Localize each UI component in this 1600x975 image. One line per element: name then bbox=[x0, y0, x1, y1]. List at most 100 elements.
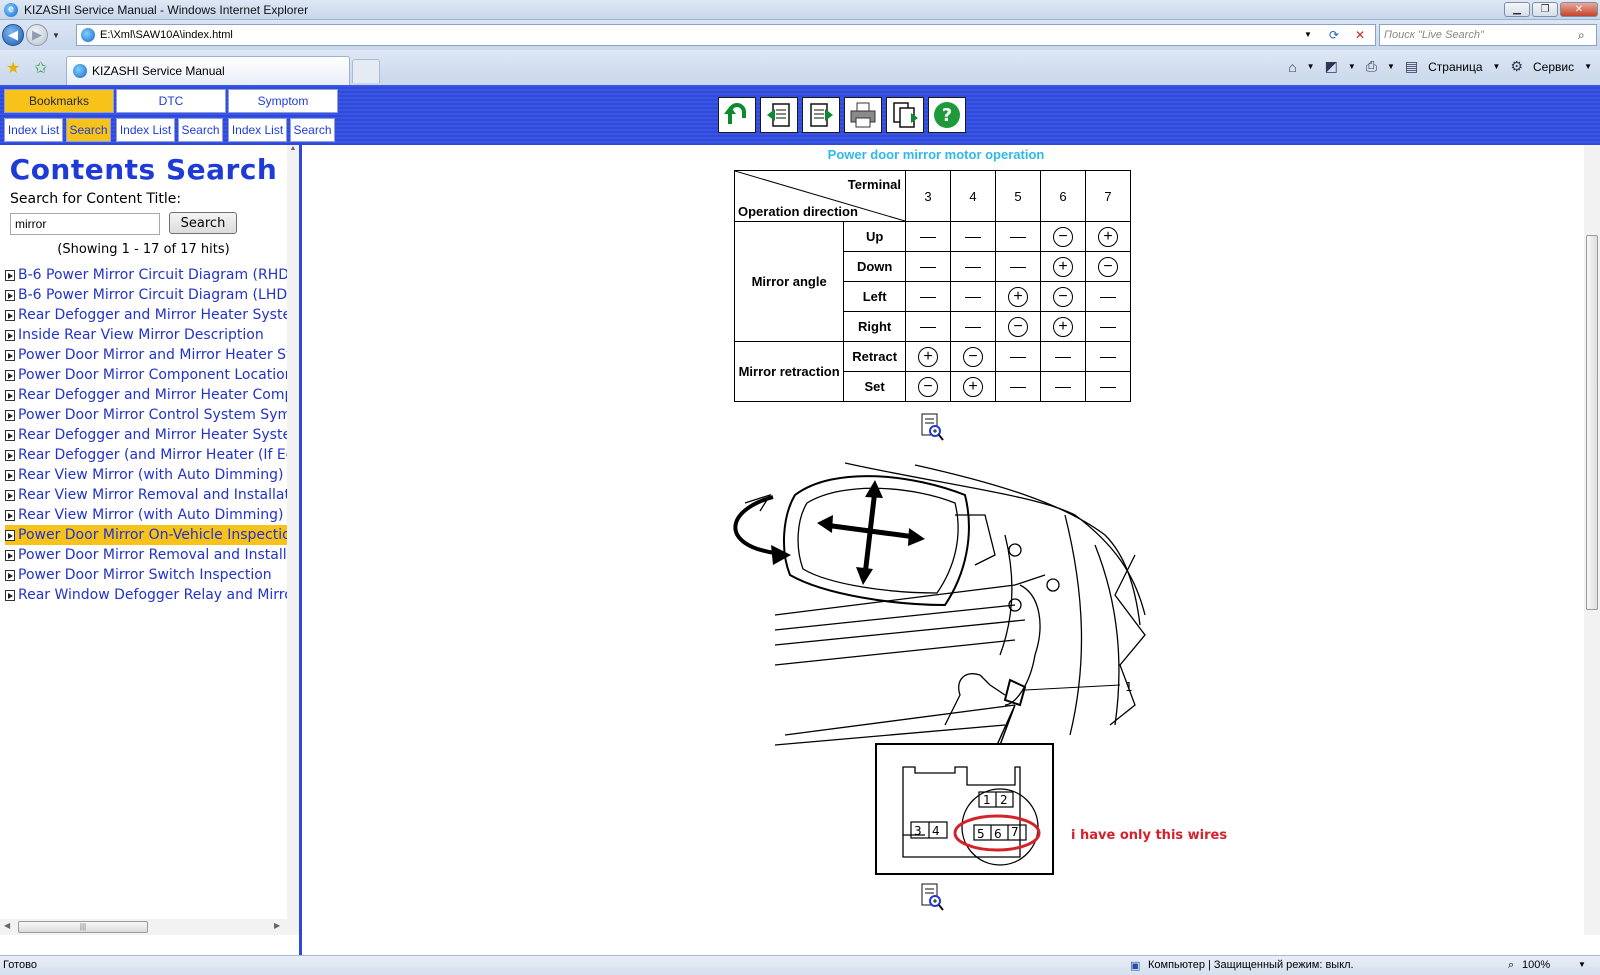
search-result-link[interactable]: Power Door Mirror Switch Inspection bbox=[18, 567, 272, 583]
zoom-figure-icon[interactable] bbox=[920, 413, 944, 441]
back-button[interactable]: ◀ bbox=[2, 24, 24, 46]
main-scroll-thumb[interactable] bbox=[1586, 235, 1598, 610]
search-result-link[interactable]: Power Door Mirror Component Location bbox=[18, 367, 289, 383]
dtc-index-list[interactable]: Index List bbox=[116, 118, 175, 142]
close-window-button[interactable]: ✕ bbox=[1560, 2, 1598, 17]
scroll-right-arrow-icon[interactable]: ▶ bbox=[274, 921, 280, 930]
tools-menu[interactable]: Сервис bbox=[1533, 60, 1574, 74]
dtc-search[interactable]: Search bbox=[178, 118, 223, 142]
address-url[interactable]: E:\Xml\SAW10A\index.html bbox=[100, 29, 233, 41]
bookmarks-index-list[interactable]: Index List bbox=[4, 118, 63, 142]
search-result-item[interactable]: Rear Defogger and Mirror Heater Syster bbox=[5, 305, 289, 325]
next-page-button[interactable] bbox=[802, 97, 840, 133]
scroll-left-arrow-icon[interactable]: ◀ bbox=[4, 921, 10, 930]
search-result-item[interactable]: Rear Defogger and Mirror Heater Syster bbox=[5, 425, 289, 445]
maximize-button[interactable]: ❐ bbox=[1532, 2, 1558, 17]
search-result-item[interactable]: Rear Window Defogger Relay and Mirror bbox=[5, 585, 289, 605]
page-menu[interactable]: Страница bbox=[1428, 60, 1482, 74]
search-result-link[interactable]: Rear View Mirror (with Auto Dimming) O bbox=[18, 467, 289, 483]
tab-bookmarks[interactable]: Bookmarks bbox=[4, 89, 114, 113]
search-result-link[interactable]: Rear View Mirror (with Auto Dimming) Ir bbox=[18, 507, 289, 523]
computer-zone-icon: ▣ bbox=[1130, 960, 1141, 972]
search-result-link[interactable]: Power Door Mirror On-Vehicle Inspection bbox=[18, 527, 289, 543]
plus-circle-icon: + bbox=[1098, 226, 1118, 247]
motor-operation-table: Terminal Operation direction 3 4 5 6 7 M… bbox=[733, 170, 1131, 402]
search-result-link[interactable]: Rear Defogger and Mirror Heater Syster bbox=[18, 427, 289, 443]
stop-icon[interactable]: ✕ bbox=[1350, 25, 1370, 45]
history-dropdown-icon[interactable]: ▼ bbox=[52, 31, 60, 40]
search-result-item[interactable]: Inside Rear View Mirror Description bbox=[5, 325, 289, 345]
plus-circle-icon: + bbox=[1008, 286, 1028, 307]
search-result-link[interactable]: Rear Defogger and Mirror Heater Syster bbox=[18, 307, 289, 323]
content-title-search-input[interactable] bbox=[10, 213, 160, 235]
search-result-link[interactable]: B-6 Power Mirror Circuit Diagram (RHD I bbox=[18, 267, 289, 283]
horizontal-scroll-thumb[interactable]: ||| bbox=[18, 921, 148, 933]
search-result-item[interactable]: Power Door Mirror Control System Sym| bbox=[5, 405, 289, 425]
browser-tab[interactable]: KIZASHI Service Manual bbox=[66, 56, 350, 85]
symptom-index-list[interactable]: Index List bbox=[228, 118, 287, 142]
main-vertical-scrollbar[interactable] bbox=[1584, 145, 1600, 935]
pin-1: 1 bbox=[983, 793, 991, 807]
search-result-item[interactable]: Rear Defogger and Mirror Heater Compc bbox=[5, 385, 289, 405]
forward-button[interactable]: ▶ bbox=[26, 24, 48, 46]
tab-symptom[interactable]: Symptom bbox=[228, 89, 338, 113]
search-result-item[interactable]: Rear View Mirror (with Auto Dimming) O bbox=[5, 465, 289, 485]
search-result-link[interactable]: Rear Defogger and Mirror Heater Compc bbox=[18, 387, 289, 403]
search-result-link[interactable]: Rear View Mirror Removal and Installatic bbox=[18, 487, 289, 503]
new-tab-button[interactable] bbox=[352, 59, 380, 83]
search-result-link[interactable]: Power Door Mirror Removal and Installat bbox=[18, 547, 289, 563]
no-connection-dash-icon bbox=[965, 237, 981, 239]
print-icon[interactable]: ⎙ bbox=[1366, 58, 1377, 75]
search-result-item[interactable]: B-6 Power Mirror Circuit Diagram (LHD M bbox=[5, 285, 289, 305]
live-search-box[interactable]: Поиск "Live Search" ⌕ bbox=[1379, 24, 1597, 46]
tools-dropdown-icon: ▼ bbox=[1584, 62, 1592, 71]
favorites-star-icon[interactable]: ★ bbox=[6, 58, 20, 78]
feeds-dropdown-icon[interactable]: ▼ bbox=[1348, 62, 1356, 71]
search-result-item[interactable]: Rear View Mirror Removal and Installatic bbox=[5, 485, 289, 505]
search-result-item[interactable]: Power Door Mirror and Mirror Heater Sy: bbox=[5, 345, 289, 365]
home-dropdown-icon[interactable]: ▼ bbox=[1307, 62, 1315, 71]
zoom-dropdown-icon[interactable]: ▼ bbox=[1578, 960, 1586, 969]
add-favorite-icon[interactable]: ✩ bbox=[34, 58, 47, 78]
zoom-level[interactable]: 100% bbox=[1522, 959, 1550, 971]
search-result-link[interactable]: Power Door Mirror and Mirror Heater Sy: bbox=[18, 347, 289, 363]
print-dropdown-icon[interactable]: ▼ bbox=[1387, 62, 1395, 71]
scroll-up-arrow-icon[interactable]: ▲ bbox=[287, 145, 299, 152]
pin-5: 5 bbox=[977, 827, 985, 841]
back-history-button[interactable] bbox=[718, 97, 756, 133]
print-page-button[interactable] bbox=[844, 97, 882, 133]
search-result-item[interactable]: Power Door Mirror Component Location bbox=[5, 365, 289, 385]
search-placeholder[interactable]: Поиск "Live Search" bbox=[1384, 29, 1578, 41]
search-result-item[interactable]: Rear Defogger (and Mirror Heater (If Eq bbox=[5, 445, 289, 465]
refresh-icon[interactable]: ⟳ bbox=[1324, 25, 1344, 45]
search-result-link[interactable]: B-6 Power Mirror Circuit Diagram (LHD M bbox=[18, 287, 289, 303]
search-result-link[interactable]: Rear Defogger (and Mirror Heater (If Eq bbox=[18, 447, 289, 463]
search-result-item[interactable]: Power Door Mirror On-Vehicle Inspection bbox=[5, 525, 289, 545]
search-result-link[interactable]: Power Door Mirror Control System Sym| bbox=[18, 407, 289, 423]
content-search-button[interactable]: Search bbox=[169, 212, 237, 234]
search-result-item[interactable]: Rear View Mirror (with Auto Dimming) Ir bbox=[5, 505, 289, 525]
address-bar[interactable]: E:\Xml\SAW10A\index.html bbox=[76, 24, 1376, 46]
previous-page-button[interactable] bbox=[760, 97, 798, 133]
search-icon[interactable]: ⌕ bbox=[1578, 28, 1596, 43]
tab-dtc[interactable]: DTC bbox=[116, 89, 226, 113]
zoom-figure-icon[interactable] bbox=[920, 883, 944, 911]
bookmarks-search[interactable]: Search bbox=[66, 118, 111, 142]
home-icon[interactable]: ⌂ bbox=[1288, 59, 1296, 75]
left-vertical-scrollbar[interactable]: ▲ bbox=[287, 145, 299, 935]
feeds-icon[interactable]: ◩ bbox=[1325, 58, 1338, 75]
undo-arrow-icon bbox=[724, 103, 746, 124]
search-result-link[interactable]: Inside Rear View Mirror Description bbox=[18, 327, 264, 343]
symptom-search[interactable]: Search bbox=[290, 118, 335, 142]
address-dropdown-icon[interactable]: ▼ bbox=[1298, 25, 1318, 45]
help-button[interactable]: ? bbox=[928, 97, 966, 133]
search-result-item[interactable]: Power Door Mirror Switch Inspection bbox=[5, 565, 289, 585]
document-content: Power door mirror motor operation Termin… bbox=[305, 145, 1585, 955]
minimize-button[interactable]: ▁ bbox=[1504, 2, 1530, 17]
direction-label: Set bbox=[843, 371, 906, 402]
search-result-item[interactable]: B-6 Power Mirror Circuit Diagram (RHD I bbox=[5, 265, 289, 285]
search-result-link[interactable]: Rear Window Defogger Relay and Mirror bbox=[18, 587, 289, 603]
search-result-item[interactable]: Power Door Mirror Removal and Installat bbox=[5, 545, 289, 565]
left-horizontal-scrollbar[interactable]: ◀ ||| ▶ bbox=[0, 919, 287, 935]
export-button[interactable] bbox=[886, 97, 924, 133]
